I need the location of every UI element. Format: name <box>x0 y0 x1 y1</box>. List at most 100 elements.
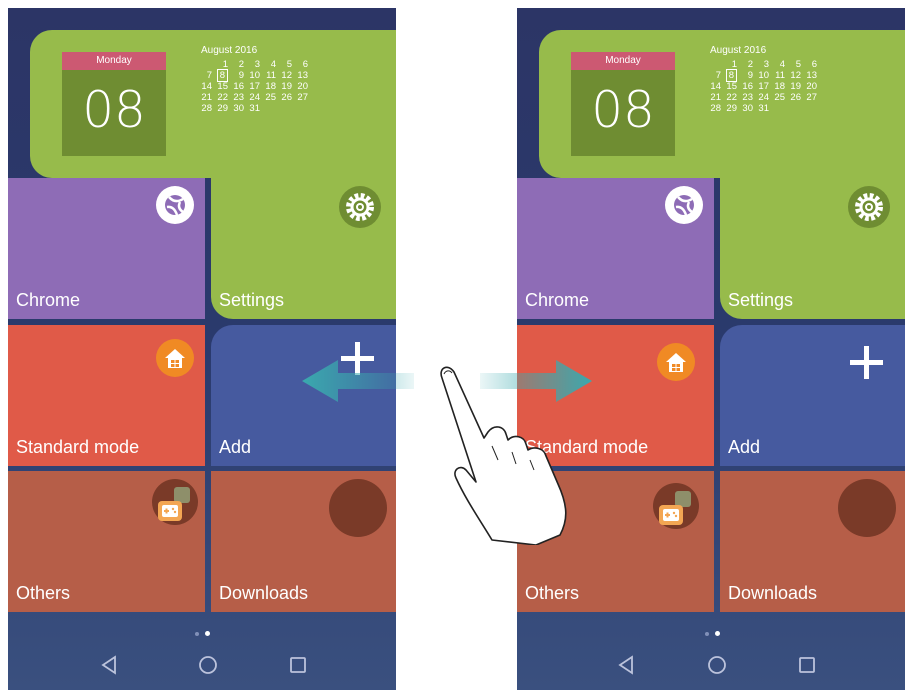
standard-mode-tile[interactable]: Standard mode <box>8 325 205 466</box>
calendar-day: 16 <box>233 81 244 92</box>
calendar-day <box>769 103 785 114</box>
calendar-week-row: 7 8 9 10 11 12 13 <box>196 69 308 82</box>
calendar-day: 6 <box>302 59 308 70</box>
calendar-widget[interactable]: Monday 08 August 2016 1 2 3 4 5 6 7 8 9 10 11 12 13 1… <box>30 30 396 178</box>
others-tile[interactable]: Others <box>8 471 205 612</box>
settings-gear-icon <box>848 186 890 228</box>
calendar-day: 4 <box>270 59 276 70</box>
chrome-label: Chrome <box>16 290 81 310</box>
page-dot-active[interactable] <box>204 631 210 637</box>
settings-tile[interactable]: Settings <box>720 178 905 319</box>
calendar-day: 7 <box>715 70 721 81</box>
calendar-day <box>785 103 801 114</box>
calendar-day: 28 <box>710 103 721 114</box>
calendar-day: 13 <box>297 70 308 81</box>
day-number: 08 <box>591 81 655 139</box>
page-dot-active[interactable] <box>715 631 720 637</box>
calendar-day: 19 <box>281 81 292 92</box>
downloads-tile[interactable]: Downloads <box>211 471 396 612</box>
settings-tile[interactable]: Settings <box>211 178 396 319</box>
chrome-icon <box>665 186 703 224</box>
calendar-week-row: 14 15 16 17 18 19 20 <box>705 81 817 92</box>
page-dot[interactable] <box>194 631 199 636</box>
home-icon <box>156 339 194 377</box>
day-name: Monday <box>571 52 675 70</box>
gamepad-icon <box>653 483 699 529</box>
calendar-day: 23 <box>233 92 244 103</box>
navigation-bar <box>8 640 396 690</box>
calendar-day: 9 <box>747 70 753 81</box>
chrome-tile[interactable]: Chrome <box>8 178 205 319</box>
calendar-day: 17 <box>758 81 769 92</box>
calendar-day: 10 <box>758 70 769 81</box>
settings-label: Settings <box>728 290 794 310</box>
chrome-tile[interactable]: Chrome <box>517 178 714 319</box>
page-dot[interactable] <box>705 631 709 636</box>
calendar-day: 2 <box>747 59 753 70</box>
calendar-day: 17 <box>249 81 260 92</box>
calendar-day: 18 <box>265 81 276 92</box>
calendar-day: 21 <box>201 92 212 103</box>
calendar-day: 11 <box>775 70 785 81</box>
calendar-day: 23 <box>742 92 753 103</box>
page-indicator <box>8 625 396 637</box>
calendar-day: 8 <box>212 69 228 82</box>
calendar-day: 20 <box>806 81 817 92</box>
calendar-day: 14 <box>201 81 212 92</box>
phone-screen-right: Monday 08 August 2016 1 2 3 4 5 6 7 8 9 10 11 12 13 1… <box>517 8 905 690</box>
calendar-day: 22 <box>217 92 228 103</box>
home-icon <box>657 343 695 381</box>
calendar-day: 30 <box>233 103 244 114</box>
calendar-day: 31 <box>758 103 769 114</box>
calendar-day: 7 <box>206 70 212 81</box>
calendar-day: 18 <box>774 81 785 92</box>
calendar-day: 24 <box>758 92 769 103</box>
calendar-day: 10 <box>249 70 260 81</box>
calendar-day: 25 <box>265 92 276 103</box>
home-circle-icon[interactable] <box>195 652 221 678</box>
others-label: Others <box>525 583 580 603</box>
back-icon[interactable] <box>613 652 639 678</box>
calendar-day: 12 <box>281 70 292 81</box>
calendar-week-row: 28 29 30 31 <box>705 103 817 114</box>
date-box: Monday 08 <box>62 52 166 156</box>
calendar-widget[interactable]: Monday 08 August 2016 1 2 3 4 5 6 7 8 9 10 11 12 13 1… <box>539 30 905 178</box>
standard-mode-label: Standard mode <box>16 437 140 457</box>
calendar-day: 15 <box>217 81 228 92</box>
hand-pointer-icon <box>440 366 567 545</box>
downloads-icon <box>838 479 896 537</box>
navigation-bar <box>517 640 905 690</box>
calendar-day: 26 <box>790 92 801 103</box>
calendar-day: 31 <box>249 103 260 114</box>
calendar-day: 28 <box>201 103 212 114</box>
calendar-day <box>292 103 308 114</box>
calendar-week-row: 123456 <box>705 59 817 70</box>
calendar-day: 30 <box>742 103 753 114</box>
calendar-day: 2 <box>238 59 244 70</box>
calendar-day: 29 <box>217 103 228 114</box>
month-grid: 1 2 3 4 5 6 7 8 9 10 11 12 13 14 15 16 17 18 19 20 21 22 23 24 2… <box>196 59 308 114</box>
recent-apps-icon[interactable] <box>794 652 820 678</box>
add-label: Add <box>219 437 252 457</box>
calendar-day <box>705 59 721 70</box>
month-title: August 2016 <box>710 45 767 56</box>
recent-apps-icon[interactable] <box>285 652 311 678</box>
calendar-day: 19 <box>790 81 801 92</box>
calendar-week-row: 28 29 30 31 <box>196 103 308 114</box>
add-tile[interactable]: Add <box>720 325 905 466</box>
calendar-day: 20 <box>297 81 308 92</box>
home-circle-icon[interactable] <box>704 652 730 678</box>
calendar-day: 29 <box>726 103 737 114</box>
calendar-day: 27 <box>297 92 308 103</box>
calendar-day: 24 <box>249 92 260 103</box>
back-icon[interactable] <box>96 652 122 678</box>
calendar-day: 12 <box>790 70 801 81</box>
phone-screen-left: Monday 08 August 2016 1 2 3 4 5 6 7 8 9 10 11 12 13 1… <box>8 8 396 690</box>
calendar-week-row: 7 8 9 10 11 12 13 <box>705 69 817 82</box>
calendar-day: 13 <box>806 70 817 81</box>
calendar-day: 15 <box>726 81 737 92</box>
calendar-day: 3 <box>763 59 769 70</box>
plus-icon <box>850 346 883 379</box>
downloads-tile[interactable]: Downloads <box>720 471 905 612</box>
calendar-day: 8 <box>721 69 737 82</box>
